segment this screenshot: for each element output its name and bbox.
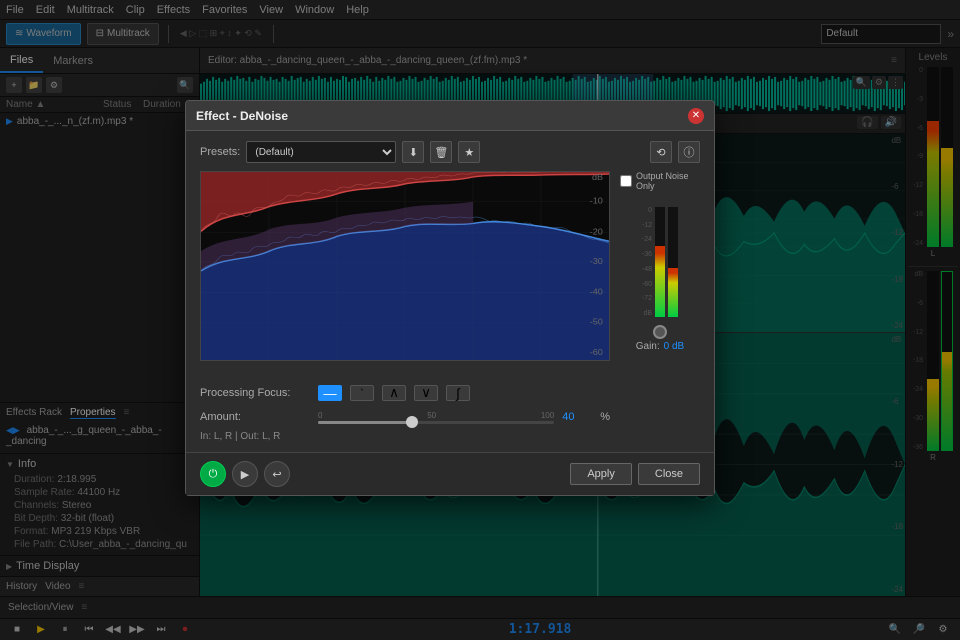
- dialog-main-content: dB -10 -20 -30 -40 -50 -60 Hz 30 40: [200, 171, 700, 427]
- presets-star-btn[interactable]: ★: [458, 141, 480, 163]
- loop-btn[interactable]: ↩: [264, 461, 290, 487]
- gain-display: Gain: 0 dB: [636, 341, 684, 352]
- eq-graph: dB -10 -20 -30 -40 -50 -60 Hz 30 40: [200, 171, 610, 361]
- gain-row: [653, 325, 667, 339]
- output-noise-checkbox-row: Output Noise Only: [620, 171, 700, 191]
- svg-text:dB: dB: [592, 172, 603, 181]
- processing-focus-label: Processing Focus:: [200, 387, 310, 399]
- close-btn[interactable]: Close: [638, 463, 700, 485]
- focus-btn-soft[interactable]: ˋ: [350, 385, 374, 401]
- noise-meter-r: [668, 207, 678, 317]
- dialog-title: Effect - DeNoise: [196, 109, 288, 123]
- amount-slider-track: 0 50 100: [318, 407, 554, 427]
- focus-btn-integral[interactable]: ∫: [446, 385, 470, 401]
- amount-row: Amount: 0 50 100: [200, 407, 610, 427]
- gain-knob[interactable]: [653, 325, 667, 339]
- noise-meter-l-fill: [655, 246, 665, 318]
- focus-btn-mid[interactable]: ∧: [382, 385, 406, 401]
- dialog-footer: ⏻ ▶ ↩ Apply Close: [186, 452, 714, 495]
- svg-text:-50: -50: [590, 317, 603, 326]
- amount-value: 40: [562, 411, 592, 423]
- svg-text:-10: -10: [590, 196, 603, 205]
- svg-text:-20: -20: [590, 227, 603, 236]
- gain-value: 0 dB: [664, 341, 685, 352]
- dialog-close-button[interactable]: ✕: [688, 108, 704, 124]
- noise-meter-r-fill: [668, 268, 678, 318]
- gain-label: Gain:: [636, 341, 660, 352]
- play-preview-btn[interactable]: ▶: [232, 461, 258, 487]
- presets-reset-btn[interactable]: ⟲: [650, 141, 672, 163]
- svg-text:-30: -30: [590, 257, 603, 266]
- denoise-dialog: Effect - DeNoise ✕ Presets: (Default)Lig…: [185, 100, 715, 496]
- output-noise-checkbox[interactable]: [620, 175, 632, 187]
- svg-text:-40: -40: [590, 287, 603, 296]
- presets-row: Presets: (Default)LightMediumHeavy ⬇ 🗑 ★…: [200, 141, 700, 163]
- amount-unit: %: [600, 411, 610, 423]
- dialog-controls: Processing Focus: — ˋ ∧ ∨ ∫ Amount:: [200, 385, 610, 427]
- modal-overlay: Effect - DeNoise ✕ Presets: (Default)Lig…: [0, 0, 960, 640]
- power-btn[interactable]: ⏻: [200, 461, 226, 487]
- presets-info-btn[interactable]: ⓘ: [678, 141, 700, 163]
- dialog-body: Presets: (Default)LightMediumHeavy ⬇ 🗑 ★…: [186, 131, 714, 452]
- focus-btn-flat[interactable]: —: [318, 385, 342, 401]
- amount-slider-thumb[interactable]: [406, 416, 418, 428]
- noise-section: Output Noise Only 0 -12 -24 -36 -48 -60 …: [620, 171, 700, 427]
- presets-select[interactable]: (Default)LightMediumHeavy: [246, 141, 396, 163]
- presets-label: Presets:: [200, 146, 240, 158]
- amount-slider-fill: [318, 421, 412, 424]
- amount-slider-bg: [318, 421, 554, 424]
- amount-slider-container: 0 50 100: [318, 411, 554, 424]
- noise-meter-scale: 0 -12 -24 -36 -48 -60 -72 dB: [642, 207, 652, 317]
- dialog-titlebar: Effect - DeNoise ✕: [186, 101, 714, 131]
- amount-label: Amount:: [200, 411, 310, 423]
- presets-delete-btn[interactable]: 🗑: [430, 141, 452, 163]
- svg-text:-60: -60: [590, 348, 603, 357]
- eq-container: dB -10 -20 -30 -40 -50 -60 Hz 30 40: [200, 171, 610, 427]
- noise-meters: 0 -12 -24 -36 -48 -60 -72 dB: [642, 197, 678, 317]
- noise-meter-l: [655, 207, 665, 317]
- output-noise-label: Output Noise Only: [636, 171, 700, 191]
- io-label: In: L, R | Out: L, R: [200, 431, 700, 442]
- processing-focus-row: Processing Focus: — ˋ ∧ ∨ ∫: [200, 385, 610, 401]
- focus-btn-valley[interactable]: ∨: [414, 385, 438, 401]
- presets-download-btn[interactable]: ⬇: [402, 141, 424, 163]
- eq-svg: dB -10 -20 -30 -40 -50 -60: [201, 172, 609, 360]
- apply-btn[interactable]: Apply: [570, 463, 632, 485]
- slider-tick-labels: 0 50 100: [318, 411, 554, 420]
